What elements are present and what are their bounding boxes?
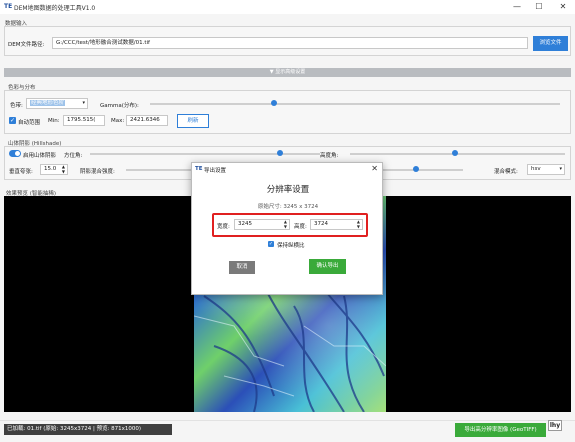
spinner-arrows-icon: ▲ ▼ [61,164,65,174]
status-text: 已加载: 01.tif (原始: 3245x3724 | 预览: 871x100… [4,424,172,435]
minimize-button[interactable]: — [510,1,524,13]
auto-range-label: 自动范围 [18,120,41,126]
altitude-slider-handle[interactable] [452,150,458,156]
min-input[interactable]: 1795.515( [63,115,105,126]
zfactor-input[interactable]: 15.0 ▲ ▼ [40,164,68,175]
browse-file-button[interactable]: 浏览文件 [533,36,568,51]
azimuth-slider-track[interactable] [90,153,320,155]
watermark-badge: lhy [548,420,562,431]
colormap-select[interactable]: 经典地形色阶 ▾ [26,98,88,109]
zfactor-label: 垂直夸张: [9,169,33,175]
dem-path-label: DEM文件路径: [8,42,45,48]
height-label: 高度: [294,224,307,230]
blend-mode-value: hsv [531,166,541,172]
spinner-arrows-icon: ▲ ▼ [356,219,360,229]
azimuth-slider-handle[interactable] [277,150,283,156]
window-title: DEM地图数据的处理工具V1.0 [14,5,96,12]
refresh-button[interactable]: 刷新 [177,114,209,128]
keep-ratio-label: 保持纵横比 [277,243,305,249]
maximize-button[interactable]: ☐ [532,1,546,13]
blend-mode-label: 混合模式: [494,169,518,175]
original-size-text: 原始尺寸: 3245 x 3724 [257,204,319,210]
keep-ratio-checkbox[interactable]: ✓ [268,241,274,247]
auto-range-checkbox[interactable]: ✓ [9,117,16,124]
resolution-heading: 分辨率设置 [266,185,310,195]
cancel-button[interactable]: 取消 [229,261,255,274]
colormap-value: 经典地形色阶 [30,100,66,106]
azimuth-label: 方位角: [64,153,83,159]
app-logo-icon: TE [4,3,13,10]
gamma-slider-track[interactable] [150,103,560,105]
export-settings-dialog: TE 导出设置 ✕ 分辨率设置 原始尺寸: 3245 x 3724 宽度: 32… [191,162,383,295]
height-input[interactable]: 3724 ▲ ▼ [310,219,363,230]
title-bar: TE DEM地图数据的处理工具V1.0 — ☐ ✕ [0,0,575,14]
chevron-down-icon: ▾ [559,166,562,172]
blend-strength-slider-track[interactable] [126,169,191,171]
gamma-slider-handle[interactable] [271,100,277,106]
blend-strength-slider-handle[interactable] [413,166,419,172]
chevron-down-icon: ▾ [82,100,85,106]
height-value: 3724 [314,221,328,227]
spinner-arrows-icon: ▲ ▼ [283,219,287,229]
dem-path-input[interactable]: G:/CCC/test/地形融合测试数据/01.tif [52,37,528,49]
advanced-settings-toggle[interactable]: ▼ 显示高级设置 [4,68,571,77]
zfactor-value: 15.0 [44,166,57,172]
blend-mode-select[interactable]: hsv ▾ [527,164,565,175]
export-geotiff-button[interactable]: 导出高分辨率图像 (GeoTIFF) [455,423,546,437]
hillshade-enable-toggle[interactable] [9,150,21,157]
min-label: Min: [48,118,60,124]
status-bar: 已加载: 01.tif (原始: 3245x3724 | 预览: 871x100… [0,420,575,442]
color-frame [4,90,571,134]
dialog-logo-icon: TE [195,166,203,172]
confirm-export-button[interactable]: 确认导出 [309,259,346,274]
colormap-label: 色带: [10,103,23,109]
dialog-close-button[interactable]: ✕ [371,164,378,173]
blend-strength-label: 阴影混合强度: [80,169,115,175]
width-input[interactable]: 3245 ▲ ▼ [234,219,290,230]
close-button[interactable]: ✕ [556,1,570,13]
width-value: 3245 [238,221,252,227]
max-input[interactable]: 2421.6346 [126,115,168,126]
blend-strength-slider-track-right[interactable] [383,169,463,171]
max-label: Max: [111,118,125,124]
gamma-label: Gamma(分布): [100,103,139,109]
altitude-label: 高度角: [320,153,339,159]
dialog-title: 导出设置 [204,168,227,174]
width-label: 宽度: [217,224,230,230]
hillshade-enable-label: 启用山体阴影 [23,153,57,159]
